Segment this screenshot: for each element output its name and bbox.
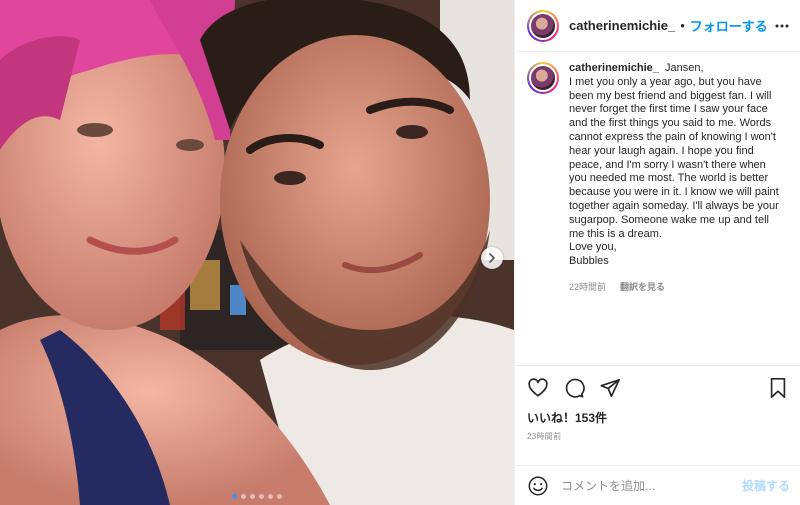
comment-composer: 投稿する <box>515 465 800 505</box>
caption-meta: 22時間前 翻訳を見る <box>569 281 779 295</box>
comments-section[interactable]: catherinemichie_ Jansen, I met you only … <box>515 52 800 365</box>
carousel-dot <box>268 494 273 499</box>
post-side-panel: catherinemichie_ • フォローする catherinemichi… <box>514 0 800 505</box>
carousel-dot <box>241 494 246 499</box>
selfie-image <box>0 0 514 505</box>
action-bar <box>515 365 800 409</box>
avatar[interactable] <box>527 9 559 42</box>
comment-icon[interactable] <box>563 377 585 399</box>
caption-text: Jansen, I met you only a year ago, but y… <box>569 62 779 268</box>
carousel-indicator <box>0 494 514 499</box>
caption-time: 22時間前 <box>569 281 607 292</box>
post-timestamp: 23時間前 <box>527 432 562 441</box>
comment-input[interactable] <box>561 478 742 493</box>
post-header: catherinemichie_ • フォローする <box>515 0 800 52</box>
follow-button[interactable]: フォローする <box>690 16 768 35</box>
carousel-dot <box>232 494 237 499</box>
carousel-dot <box>277 494 282 499</box>
username-link[interactable]: catherinemichie_ <box>569 18 675 33</box>
caption: catherinemichie_ Jansen, I met you only … <box>527 62 788 295</box>
instagram-post-modal: catherinemichie_ • フォローする catherinemichi… <box>0 0 800 505</box>
chevron-right-icon <box>487 253 497 263</box>
post-photo[interactable] <box>0 0 514 505</box>
more-horizontal-icon[interactable] <box>774 18 790 34</box>
carousel-dot <box>250 494 255 499</box>
likes-count[interactable]: いいね！153件 <box>515 409 800 427</box>
bookmark-icon[interactable] <box>768 377 788 399</box>
separator-dot: • <box>680 18 685 33</box>
smiley-icon[interactable] <box>527 475 549 497</box>
caption-username[interactable]: catherinemichie_ <box>569 62 659 74</box>
caption-avatar[interactable] <box>527 62 559 94</box>
next-slide-button[interactable] <box>481 247 503 269</box>
post-comment-button[interactable]: 投稿する <box>742 477 790 494</box>
see-translation-link[interactable]: 翻訳を見る <box>620 281 665 295</box>
carousel-dot <box>259 494 264 499</box>
caption-body: catherinemichie_ Jansen, I met you only … <box>569 62 779 295</box>
paper-plane-icon[interactable] <box>599 377 621 399</box>
heart-icon[interactable] <box>527 377 549 399</box>
